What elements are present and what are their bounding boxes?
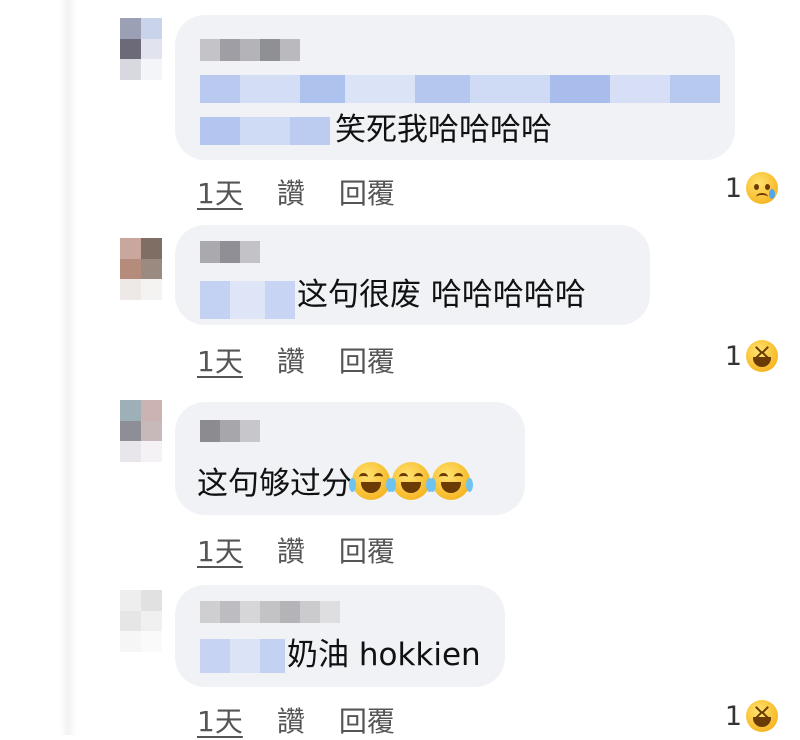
comment-bubble: 这句很废 哈哈哈哈哈 xyxy=(175,225,650,325)
comment-text-content: 这句够过分 xyxy=(197,466,352,502)
author-name-redacted[interactable] xyxy=(200,601,340,623)
reaction-summary[interactable]: 1 xyxy=(725,340,778,372)
mention-redacted[interactable] xyxy=(200,117,330,145)
like-button[interactable]: 讚 xyxy=(277,172,305,212)
avatar[interactable] xyxy=(120,400,162,462)
timestamp-link[interactable]: 1天 xyxy=(197,530,243,570)
comment-bubble: 奶油 hokkien xyxy=(175,585,505,687)
mention-redacted[interactable] xyxy=(200,281,295,319)
comment-bubble: 笑死我哈哈哈哈 xyxy=(175,15,735,160)
comment-text: 这句很废 哈哈哈哈哈 xyxy=(297,277,586,313)
reaction-summary[interactable]: 1 xyxy=(725,172,778,204)
mention-redacted[interactable] xyxy=(200,639,285,673)
haha-reaction-icon xyxy=(746,340,778,372)
avatar[interactable] xyxy=(120,238,162,300)
author-name-redacted[interactable] xyxy=(200,241,260,263)
timestamp-link[interactable]: 1天 xyxy=(197,700,243,740)
timestamp-link[interactable]: 1天 xyxy=(197,172,243,212)
tears-of-joy-emoji xyxy=(349,462,393,500)
haha-reaction-icon xyxy=(746,700,778,732)
author-name-redacted[interactable] xyxy=(200,39,300,61)
reaction-count: 1 xyxy=(724,172,742,204)
like-button[interactable]: 讚 xyxy=(277,530,305,570)
reply-button[interactable]: 回覆 xyxy=(339,530,395,570)
avatar[interactable] xyxy=(120,18,162,80)
comment-actions: 1天 讚 回覆 xyxy=(197,700,395,740)
avatar[interactable] xyxy=(120,590,162,652)
sad-reaction-icon xyxy=(746,172,778,204)
comment-actions: 1天 讚 回覆 xyxy=(197,172,395,212)
tears-of-joy-emoji xyxy=(389,462,433,500)
comment-text: 这句够过分 xyxy=(197,462,473,504)
like-button[interactable]: 讚 xyxy=(277,340,305,380)
reply-button[interactable]: 回覆 xyxy=(339,172,395,212)
reaction-summary[interactable]: 1 xyxy=(725,700,778,732)
reply-button[interactable]: 回覆 xyxy=(339,700,395,740)
mention-redacted[interactable] xyxy=(200,75,720,103)
comment-actions: 1天 讚 回覆 xyxy=(197,530,395,570)
thread-line xyxy=(60,0,76,735)
reply-button[interactable]: 回覆 xyxy=(339,340,395,380)
tears-of-joy-emoji xyxy=(429,462,473,500)
reaction-count: 1 xyxy=(724,700,742,732)
author-name-redacted[interactable] xyxy=(200,420,260,442)
comment-text: 笑死我哈哈哈哈 xyxy=(335,112,552,148)
comment-actions: 1天 讚 回覆 xyxy=(197,340,395,380)
reaction-count: 1 xyxy=(724,340,742,372)
like-button[interactable]: 讚 xyxy=(277,700,305,740)
comment-text: 奶油 hokkien xyxy=(287,637,481,673)
timestamp-link[interactable]: 1天 xyxy=(197,340,243,380)
comment-bubble: 这句够过分 xyxy=(175,402,525,515)
